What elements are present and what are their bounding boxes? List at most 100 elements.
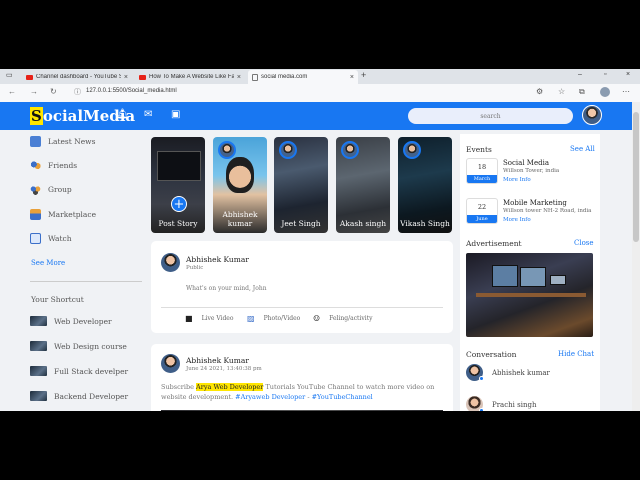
story-name: Jeet Singh: [281, 219, 321, 228]
user-avatar[interactable]: [582, 105, 602, 125]
sidebar-item-label: Watch: [48, 233, 72, 243]
browser-tab-3[interactable]: social media.com ×: [248, 70, 358, 84]
close-icon[interactable]: ×: [124, 74, 128, 81]
event-title: Mobile Marketing: [503, 199, 567, 207]
hide-chat-link[interactable]: Hide Chat: [558, 350, 594, 358]
story-card[interactable]: Vikash Singh: [398, 137, 452, 233]
post-prompt-input[interactable]: What's on your mind, John: [186, 285, 267, 292]
divider: [161, 307, 443, 308]
tab-bar: ▭ Channel dashboard - YouTube S × How To…: [0, 69, 640, 84]
conversation-heading: Conversation: [466, 350, 517, 359]
live-video-button[interactable]: ■ Live Video: [185, 314, 233, 323]
conversation-item[interactable]: Prachi singh: [466, 396, 536, 411]
shortcut-item[interactable]: Web Design course: [30, 339, 127, 353]
sidebar-item-label: Marketplace: [48, 209, 97, 219]
hashtag-link[interactable]: #Aryaweb Developer: [235, 393, 305, 401]
forward-icon[interactable]: →: [30, 87, 38, 96]
new-tab-icon[interactable]: +: [361, 70, 366, 80]
browser-chrome: ▭ Channel dashboard - YouTube S × How To…: [0, 69, 640, 102]
shortcut-thumbnail: [30, 316, 47, 326]
image-icon: ▨: [247, 314, 255, 323]
contact-name: Abhishek kumar: [492, 368, 550, 377]
advertisement-image[interactable]: [466, 253, 593, 337]
conversation-item[interactable]: Abhishek kumar: [466, 364, 550, 381]
story-name: Post Story: [158, 219, 198, 228]
post-text: Subscribe Arya Web Developer Tutorials Y…: [161, 383, 435, 401]
search-input[interactable]: [408, 108, 573, 124]
profile-avatar[interactable]: [600, 87, 610, 97]
story-card[interactable]: Abhishek kumar: [213, 137, 267, 233]
menu-icon[interactable]: ⋯: [622, 87, 630, 96]
shortcut-item[interactable]: Full Stack develper: [30, 364, 128, 378]
see-more-link[interactable]: See More: [31, 259, 65, 267]
mail-icon[interactable]: ✉: [144, 109, 152, 120]
window-close-icon[interactable]: ×: [626, 71, 630, 78]
laptop-image: [157, 151, 201, 181]
story-name: Vikash Singh: [400, 219, 450, 228]
post-card: Abhishek Kumar June 24 2021, 13:40:38 pm…: [151, 344, 453, 411]
story-card[interactable]: Jeet Singh: [274, 137, 328, 233]
story-avatar: [279, 141, 297, 159]
scrollbar-thumb[interactable]: [633, 112, 639, 242]
watch-icon: [30, 232, 41, 244]
desk-shape: [476, 293, 586, 297]
news-icon: [30, 135, 41, 147]
reload-icon[interactable]: ↻: [50, 87, 57, 96]
see-all-link[interactable]: See All: [570, 145, 595, 153]
hashtag-link[interactable]: #YouTubeChannel: [312, 393, 373, 401]
more-info-link[interactable]: More Info: [503, 217, 531, 223]
smile-icon: ☺: [313, 314, 321, 323]
sidebar-item-friends[interactable]: Friends: [30, 157, 77, 173]
story-post[interactable]: + Post Story: [151, 137, 205, 233]
shortcut-thumbnail: [30, 366, 47, 376]
video-icon[interactable]: ▣: [171, 109, 180, 120]
sidebar-item-marketplace[interactable]: Marketplace: [30, 206, 96, 222]
marketplace-icon: [30, 208, 41, 220]
contact-name: Prachi singh: [492, 400, 537, 409]
event-date-badge: 18 March: [466, 158, 498, 184]
monitor-shape: [492, 265, 518, 287]
author-name[interactable]: Abhishek Kumar: [186, 356, 249, 365]
monitor-shape: [550, 275, 566, 285]
shortcut-item[interactable]: Web Developer: [30, 314, 112, 328]
person-image: [226, 157, 254, 193]
event-address: Willson tower NH-2 Road, india: [503, 208, 592, 214]
sidebar-item-group[interactable]: Group: [30, 181, 72, 197]
group-icon: [30, 183, 41, 195]
collections-icon[interactable]: ⧉: [579, 87, 585, 97]
youtube-icon: [139, 74, 146, 80]
back-icon[interactable]: ←: [8, 87, 16, 96]
post-image: [161, 410, 443, 411]
tab-actions-icon[interactable]: ▭: [6, 71, 13, 79]
sidebar-item-latest-news[interactable]: Latest News: [30, 133, 95, 149]
add-story-icon[interactable]: +: [171, 196, 187, 212]
close-ad-link[interactable]: Close: [574, 239, 594, 247]
youtube-icon: [26, 74, 33, 80]
more-info-link[interactable]: More Info: [503, 177, 531, 183]
photo-video-button[interactable]: ▨ Photo/Video: [247, 314, 300, 323]
story-card[interactable]: Akash singh: [336, 137, 390, 233]
event-title: Social Media: [503, 159, 550, 167]
minimize-icon[interactable]: –: [578, 71, 582, 78]
info-icon: ⓘ: [74, 89, 81, 96]
browser-tab-2[interactable]: How To Make A Website Like Fa ×: [135, 70, 245, 84]
url-field[interactable]: 127.0.0.1:5500/Social_media.html: [86, 88, 177, 94]
site-permissions-icon[interactable]: ⚙: [536, 87, 543, 96]
tab-label: Channel dashboard - YouTube S: [36, 74, 121, 80]
camera-icon: ■: [185, 314, 193, 323]
bell-icon[interactable]: 🔔︎: [116, 109, 129, 120]
shortcut-heading: Your Shortcut: [31, 295, 84, 304]
favorite-icon[interactable]: ☆: [558, 87, 565, 96]
author-avatar[interactable]: [161, 354, 180, 373]
browser-tab-1[interactable]: Channel dashboard - YouTube S ×: [22, 70, 132, 84]
close-icon[interactable]: ×: [350, 74, 354, 81]
action-label: Live Video: [201, 315, 234, 322]
maximize-icon[interactable]: ▫: [604, 71, 606, 78]
story-avatar: [218, 141, 236, 159]
shortcut-item[interactable]: Backend Developer: [30, 389, 128, 403]
feeling-activity-button[interactable]: ☺ Feling/activity: [313, 314, 373, 323]
page-viewport: SocialMedia 🔔︎ ✉ ▣ Latest News Friends G…: [0, 102, 640, 411]
sidebar-item-watch[interactable]: Watch: [30, 230, 72, 246]
shortcut-label: Full Stack develper: [54, 366, 129, 376]
close-icon[interactable]: ×: [237, 74, 241, 81]
